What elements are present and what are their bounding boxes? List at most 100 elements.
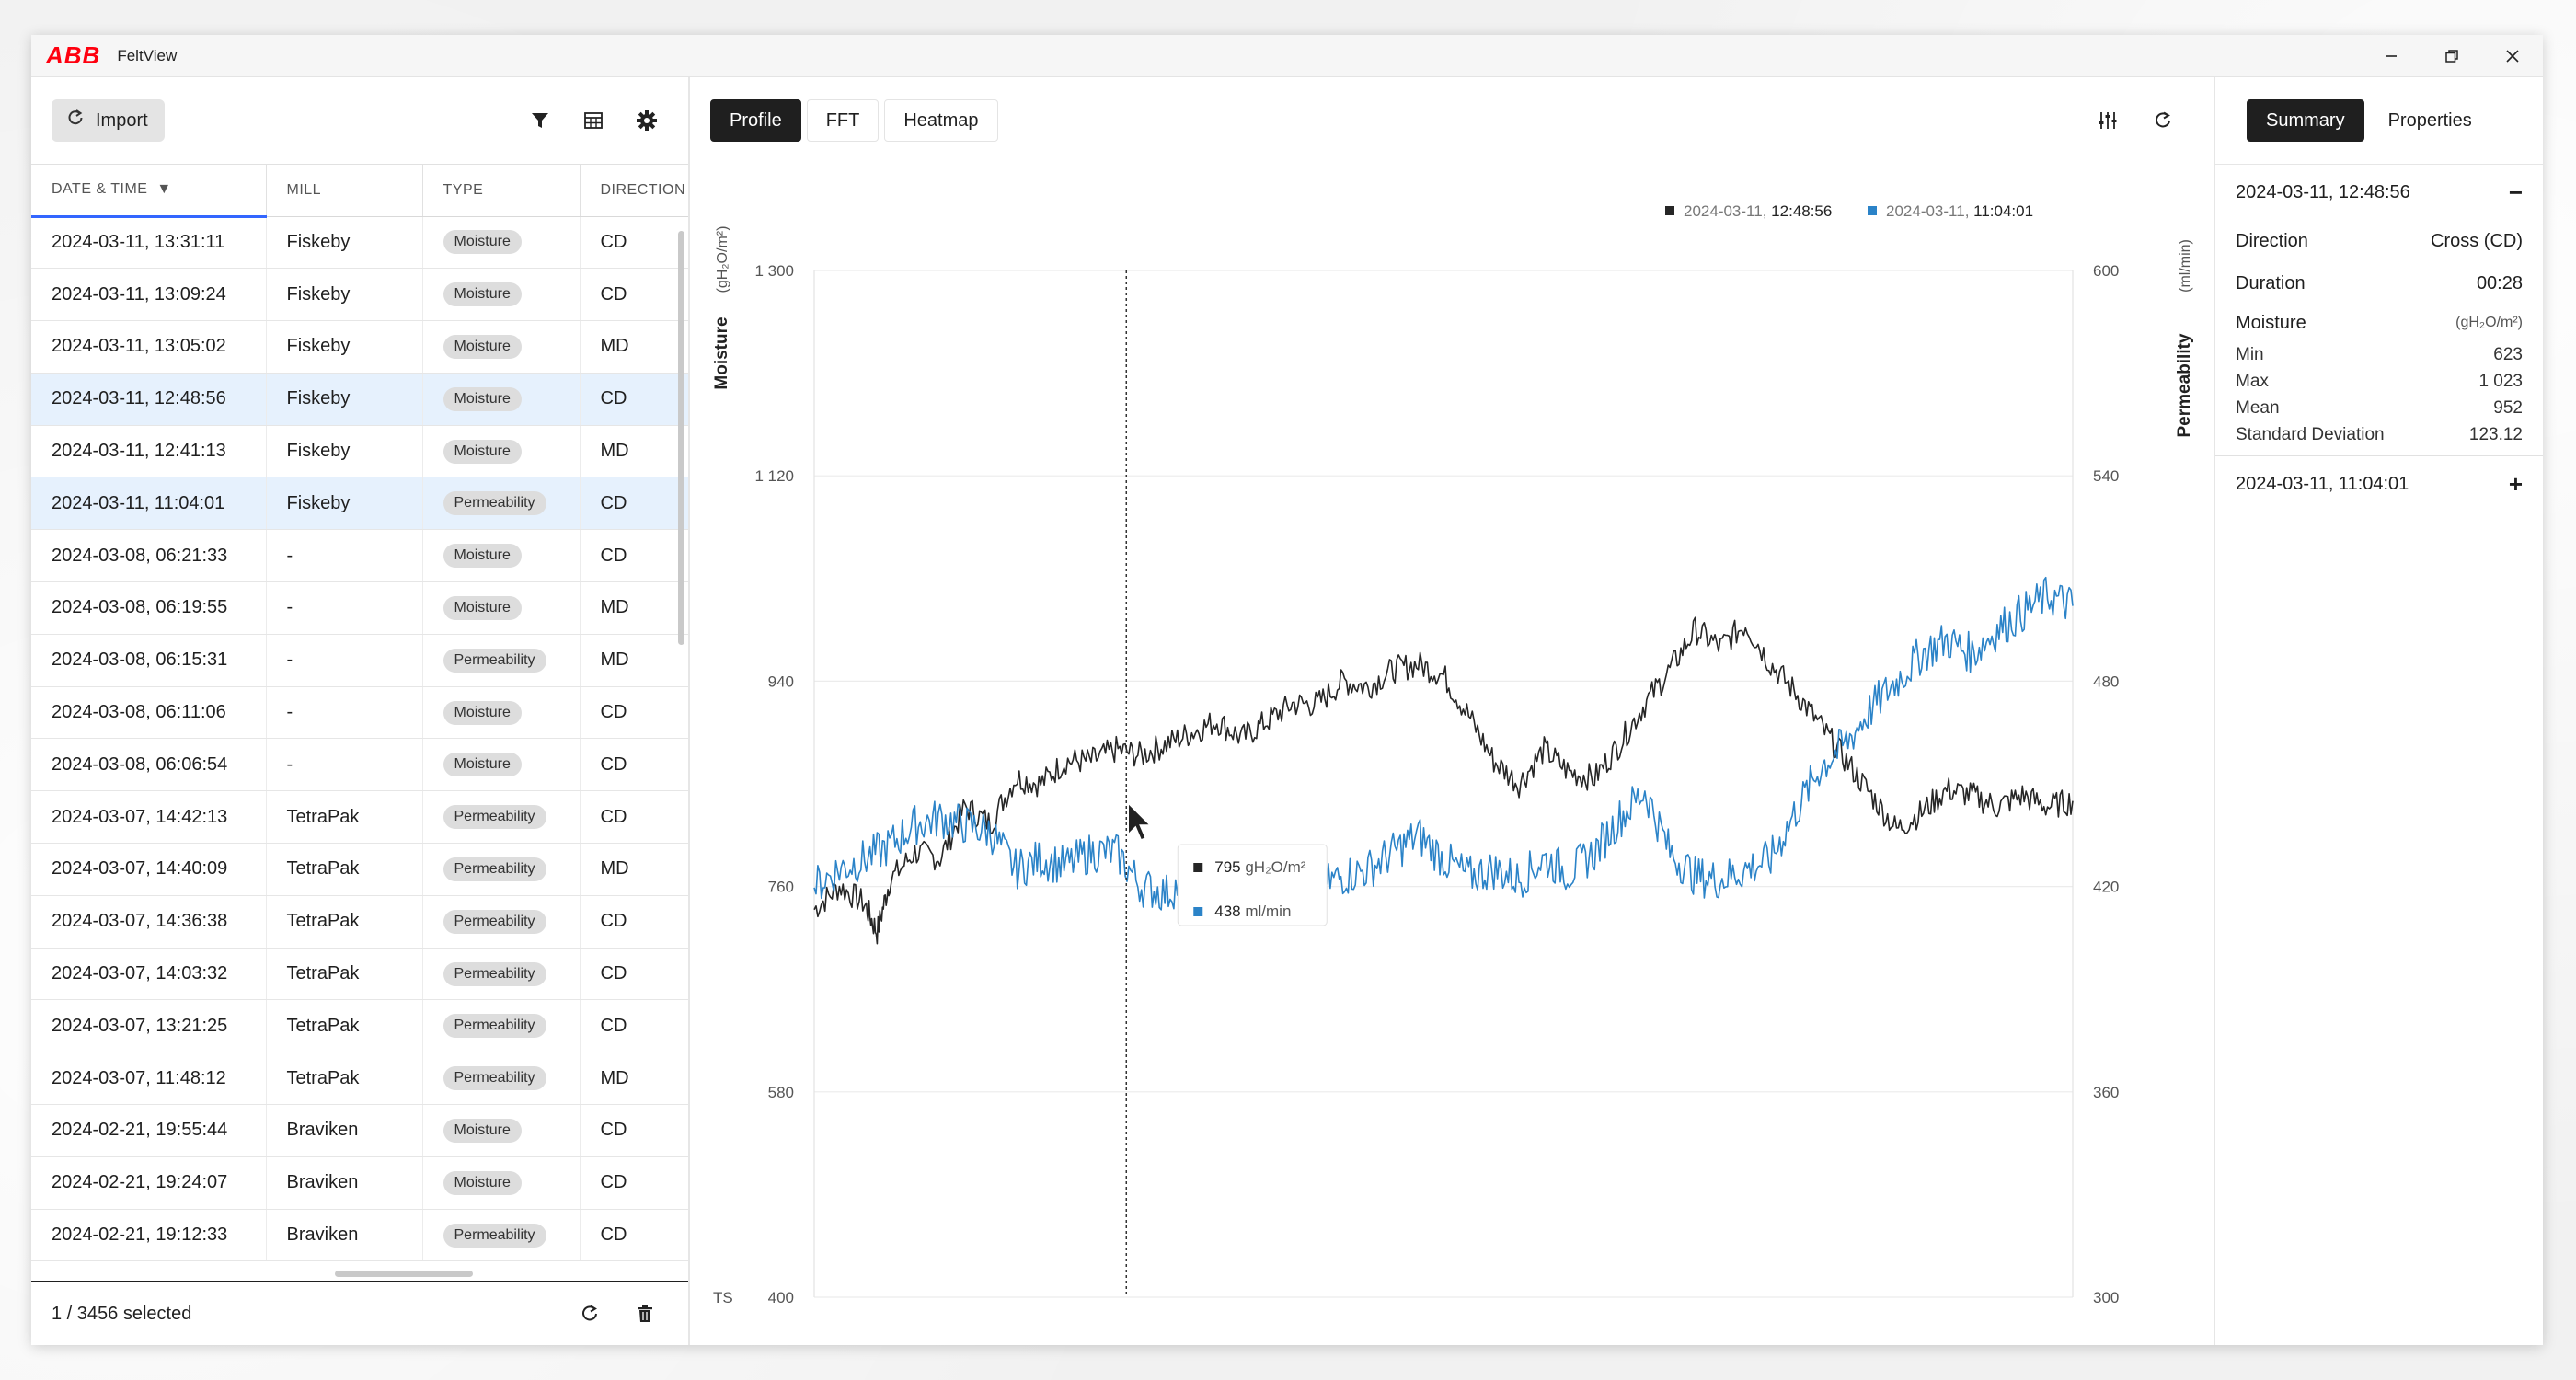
refresh-icon[interactable]: [2149, 107, 2177, 134]
type-badge: Permeability: [443, 805, 546, 830]
table-row[interactable]: 2024-02-21, 19:55:44 Braviken Moisture CD: [31, 1104, 688, 1157]
tab-fft[interactable]: FFT: [806, 99, 880, 142]
cell-mill: Braviken: [266, 1104, 423, 1157]
table-row[interactable]: 2024-03-11, 13:09:24 Fiskeby Moisture CD: [31, 268, 688, 322]
type-badge: Permeability: [443, 857, 546, 881]
import-button[interactable]: Import: [52, 99, 165, 142]
legend-entry: 2024-03-11, 12:48:56: [1684, 202, 1832, 220]
expand-icon[interactable]: +: [2509, 470, 2523, 499]
table-row[interactable]: 2024-03-11, 12:41:13 Fiskeby Moisture MD: [31, 425, 688, 478]
series-line-1: [813, 576, 2074, 911]
table-row[interactable]: 2024-03-07, 14:36:38 TetraPak Permeability…: [31, 895, 688, 949]
cell-mill: Fiskeby: [266, 320, 423, 374]
cell-direction: CD: [580, 1104, 688, 1157]
legend-swatch: [1665, 206, 1674, 215]
cell-direction: MD: [580, 843, 688, 896]
table-row[interactable]: 2024-03-11, 11:04:01 Fiskeby Permeability C…: [31, 477, 688, 531]
cell-direction: CD: [580, 686, 688, 740]
type-badge: Moisture: [443, 334, 522, 359]
minimize-icon[interactable]: [2361, 35, 2421, 76]
table-row[interactable]: 2024-03-07, 11:48:12 TetraPak Permeability…: [31, 1052, 688, 1106]
horizontal-scrollbar[interactable]: [335, 1271, 473, 1277]
tab-profile[interactable]: Profile: [710, 99, 801, 142]
table-row[interactable]: 2024-03-11, 13:31:11 Fiskeby Moisture CD: [31, 216, 688, 270]
table-row[interactable]: 2024-03-11, 13:05:02 Fiskeby Moisture MD: [31, 320, 688, 374]
adjust-sliders-icon[interactable]: [2094, 107, 2122, 134]
table-row[interactable]: 2024-03-08, 06:19:55- Moisture MD: [31, 581, 688, 635]
type-badge: Permeability: [443, 648, 546, 673]
vertical-scrollbar[interactable]: [678, 231, 684, 645]
column-header-mill[interactable]: MILL: [266, 165, 423, 217]
tab-properties[interactable]: Properties: [2369, 99, 2490, 142]
column-header-date[interactable]: DATE & TIME ▼: [31, 165, 267, 218]
table-row[interactable]: 2024-02-21, 19:24:07 Braviken Moisture CD: [31, 1156, 688, 1210]
type-badge: Moisture: [443, 439, 522, 464]
table-row[interactable]: 2024-03-07, 14:42:13 TetraPak Permeability…: [31, 790, 688, 845]
table-row[interactable]: 2024-03-07, 14:03:32 TetraPak Permeability…: [31, 948, 688, 1001]
type-badge: Moisture: [443, 1170, 522, 1195]
moisture-unit: (gH₂O/m²): [2455, 315, 2523, 330]
tab-heatmap[interactable]: Heatmap: [884, 99, 998, 142]
title-bar: ABB FeltView: [31, 35, 2543, 77]
summary-item-2-header[interactable]: 2024-03-11, 11:04:01 +: [2215, 456, 2543, 512]
stat-value: 952: [2493, 397, 2523, 418]
y-right-tick-label: 480: [2093, 673, 2119, 690]
moisture-row: Moisture (gH₂O/m²): [2215, 305, 2543, 341]
table-row[interactable]: 2024-03-08, 06:15:31- Permeability MD: [31, 634, 688, 687]
duration-row: Duration 00:28: [2215, 262, 2543, 305]
summary-item-title: 2024-03-11, 12:48:56: [2236, 181, 2410, 202]
cell-mill: -: [266, 529, 423, 583]
y-right-tick-label: 360: [2093, 1084, 2119, 1101]
type-badge: Moisture: [443, 753, 522, 777]
column-header-direction[interactable]: DIRECTION: [580, 165, 688, 217]
table-row[interactable]: 2024-03-07, 14:40:09 TetraPak Permeability…: [31, 843, 688, 896]
table-row[interactable]: 2024-03-08, 06:11:06- Moisture CD: [31, 686, 688, 740]
type-badge: Permeability: [443, 1066, 546, 1091]
cell-type: Moisture: [422, 268, 581, 322]
profile-chart-svg[interactable]: 1 300 600 1 120 540 940 480 760 420 580 360 400 300…: [690, 164, 2212, 1346]
cell-direction: CD: [580, 477, 688, 531]
type-badge: Moisture: [443, 1118, 522, 1143]
moisture-label: Moisture: [2236, 312, 2306, 333]
table-row[interactable]: 2024-03-11, 12:48:56 Fiskeby Moisture CD: [31, 373, 688, 426]
cell-mill: Fiskeby: [266, 268, 423, 322]
collapse-icon[interactable]: −: [2509, 178, 2523, 207]
list-toolbar: Import: [31, 77, 688, 164]
restore-icon[interactable]: [2421, 35, 2482, 76]
column-header-type[interactable]: TYPE: [422, 165, 581, 217]
cell-direction: MD: [580, 634, 688, 687]
tab-summary[interactable]: Summary: [2247, 99, 2364, 142]
export-icon[interactable]: [576, 1300, 604, 1328]
cell-date: 2024-03-08, 06:19:55: [31, 581, 267, 635]
cell-date: 2024-03-07, 14:40:09: [31, 843, 267, 896]
cell-date: 2024-03-08, 06:06:54: [31, 738, 267, 792]
close-icon[interactable]: [2482, 35, 2543, 76]
cell-date: 2024-03-07, 11:48:12: [31, 1052, 267, 1106]
table-row[interactable]: 2024-03-08, 06:06:54- Moisture CD: [31, 738, 688, 792]
cell-type: Permeability: [422, 895, 581, 949]
cell-type: Permeability: [422, 1209, 581, 1262]
delete-icon[interactable]: [631, 1300, 659, 1328]
cell-date: 2024-03-07, 14:03:32: [31, 948, 267, 1001]
cell-mill: Braviken: [266, 1209, 423, 1262]
cell-mill: Fiskeby: [266, 477, 423, 531]
table-row[interactable]: 2024-03-08, 06:21:33- Moisture CD: [31, 529, 688, 583]
cell-type: Permeability: [422, 999, 581, 1053]
cell-date: 2024-03-11, 13:09:24: [31, 268, 267, 322]
cell-mill: Fiskeby: [266, 425, 423, 478]
table-view-icon[interactable]: [580, 107, 607, 134]
cell-date: 2024-03-11, 11:04:01: [31, 477, 267, 531]
table-row[interactable]: 2024-03-07, 13:21:25 TetraPak Permeability…: [31, 999, 688, 1053]
details-tabs: Summary Properties: [2215, 77, 2543, 164]
cell-date: 2024-02-21, 19:55:44: [31, 1104, 267, 1157]
filter-icon[interactable]: [526, 107, 554, 134]
settings-icon[interactable]: [633, 107, 661, 134]
cell-mill: -: [266, 738, 423, 792]
type-badge: Permeability: [443, 1014, 546, 1039]
summary-item-header[interactable]: 2024-03-11, 12:48:56 −: [2215, 165, 2543, 220]
profile-chart[interactable]: 1 300 600 1 120 540 940 480 760 420 580 360 400 300…: [690, 164, 2214, 1345]
stat-row: Standard Deviation 123.12: [2215, 421, 2543, 448]
stat-value: 623: [2493, 344, 2523, 364]
measurement-list-panel: Import DATE & TIME ▼ MILL TYPE DIRECTION…: [31, 77, 690, 1345]
table-row[interactable]: 2024-02-21, 19:12:33 Braviken Permeability…: [31, 1209, 688, 1262]
